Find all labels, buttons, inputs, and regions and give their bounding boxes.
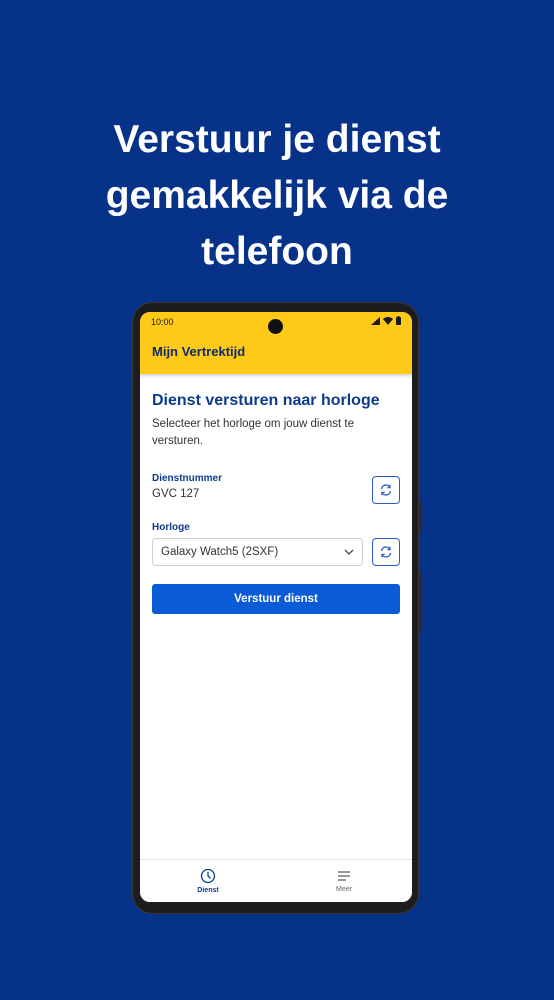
verstuur-dienst-button[interactable]: Verstuur dienst [152,584,400,614]
clock-icon [200,868,216,884]
dienstnummer-label: Dienstnummer [152,472,223,484]
phone-screen: 10:00 Mijn Vertrektijd Dienst versturen … [140,312,412,902]
app-title: Mijn Vertrektijd [152,344,246,359]
headline: Verstuur je dienst gemakkelijk via de te… [0,112,554,280]
nav-label-dienst: Dienst [197,887,219,894]
signal-icon [371,316,380,325]
chevron-down-icon [344,549,354,555]
page-title: Dienst versturen naar horloge [152,392,380,409]
horloge-row: Galaxy Watch5 (2SXF) [152,538,400,566]
page-description: Selecteer het horloge om jouw dienst te … [152,418,355,447]
horloge-label: Horloge [152,522,190,533]
phone-volume-button [419,572,422,632]
menu-icon [338,871,350,881]
phone-power-button [419,502,422,532]
status-icons [371,316,401,325]
headline-line-3: telefoon [201,230,353,273]
status-time: 10:00 [151,317,174,327]
headline-line-1: Verstuur je dienst [113,118,441,161]
phone-frame: 10:00 Mijn Vertrektijd Dienst versturen … [132,302,422,914]
bottom-nav: Dienst Meer [140,859,412,902]
nav-item-dienst[interactable]: Dienst [140,860,276,902]
battery-icon [396,316,401,325]
headline-line-2: gemakkelijk via de [105,174,449,217]
front-camera [268,319,283,334]
refresh-icon [380,546,392,558]
refresh-icon [380,484,392,496]
wifi-icon [383,316,393,325]
horloge-selected-value: Galaxy Watch5 (2SXF) [161,546,279,558]
dienstnummer-row: Dienstnummer GVC 127 [152,468,400,504]
horloge-section: Horloge Galaxy Watch5 (2SXF) [152,522,400,566]
dienstnummer-field: Dienstnummer GVC 127 [152,473,222,500]
main-content: Dienst versturen naar horloge Selecteer … [140,374,412,614]
horloge-select[interactable]: Galaxy Watch5 (2SXF) [152,538,363,566]
refresh-horloge-button[interactable] [372,538,400,566]
dienstnummer-value: GVC 127 [152,487,200,500]
nav-label-meer: Meer [336,886,352,893]
refresh-dienst-button[interactable] [372,476,400,504]
nav-item-meer[interactable]: Meer [276,860,412,902]
